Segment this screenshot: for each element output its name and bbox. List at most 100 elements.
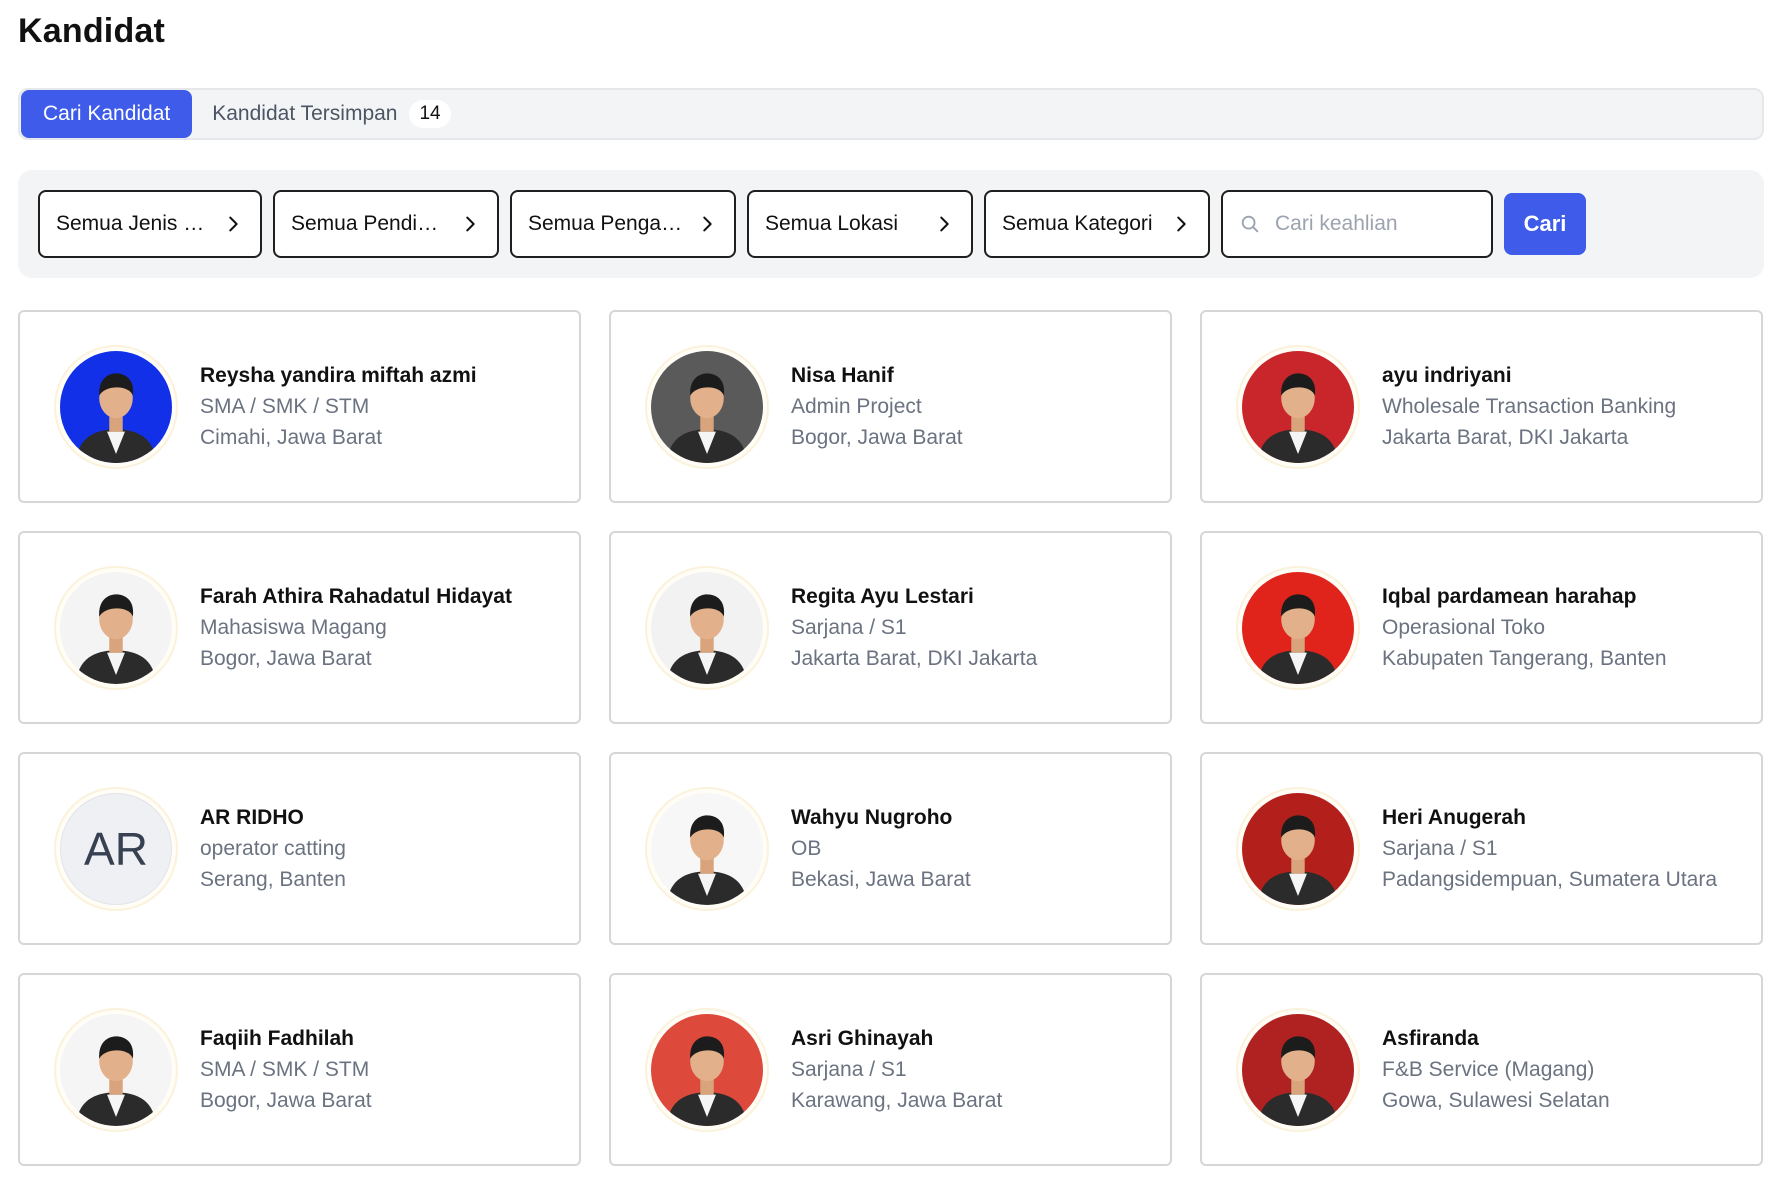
- candidate-info: Iqbal pardamean harahap Operasional Toko K…: [1382, 582, 1667, 674]
- candidate-name: Wahyu Nugroho: [791, 805, 953, 829]
- profile-photo: [651, 792, 763, 905]
- candidate-location: Bogor, Jawa Barat: [200, 646, 372, 670]
- candidate-info: Heri Anugerah Sarjana / S1 Padangsidempuan…: [1382, 803, 1717, 895]
- candidate-card[interactable]: Wahyu Nugroho OB Bekasi, Jawa Barat: [609, 752, 1172, 945]
- candidate-name: Asri Ghinayah: [791, 1026, 934, 1050]
- chevron-right-icon: [703, 216, 712, 232]
- candidate-name: Reysha yandira miftah azmi: [200, 363, 477, 387]
- candidate-card[interactable]: ayu indriyani Wholesale Transaction Banki…: [1200, 310, 1763, 503]
- tab-bar: Cari Kandidat Kandidat Tersimpan 14: [18, 88, 1764, 140]
- candidate-name: ayu indriyani: [1382, 363, 1512, 387]
- candidate-info: Reysha yandira miftah azmi SMA / SMK / ST…: [200, 361, 477, 453]
- filter-bar: Semua Jenis Kelam... Semua Pendidikan Se…: [18, 170, 1764, 278]
- education-filter-label: Semua Pendidikan: [291, 212, 449, 235]
- candidate-page: Kandidat Cari Kandidat Kandidat Tersimpa…: [0, 0, 1782, 1166]
- avatar: [1236, 344, 1360, 469]
- candidate-card[interactable]: Asri Ghinayah Sarjana / S1 Karawang, Jawa …: [609, 973, 1172, 1166]
- category-filter-label: Semua Kategori: [1002, 212, 1153, 235]
- skill-search-box: [1221, 190, 1493, 258]
- profile-photo: [1242, 1013, 1354, 1126]
- candidate-location: Jakarta Barat, DKI Jakarta: [1382, 425, 1629, 449]
- tab-saved-candidates-label: Kandidat Tersimpan: [212, 102, 398, 125]
- chevron-right-icon: [229, 216, 238, 232]
- candidate-info: Wahyu Nugroho OB Bekasi, Jawa Barat: [791, 803, 971, 895]
- candidate-info: Nisa Hanif Admin Project Bogor, Jawa Barat: [791, 361, 963, 453]
- candidate-location: Bogor, Jawa Barat: [791, 425, 963, 449]
- candidate-card[interactable]: Iqbal pardamean harahap Operasional Toko K…: [1200, 531, 1763, 724]
- avatar: [645, 565, 769, 690]
- candidate-info: Asfiranda F&B Service (Magang) Gowa, Sulaw…: [1382, 1024, 1610, 1116]
- gender-filter[interactable]: Semua Jenis Kelam...: [38, 190, 262, 258]
- chevron-right-icon: [466, 216, 475, 232]
- candidate-card[interactable]: Reysha yandira miftah azmi SMA / SMK / ST…: [18, 310, 581, 503]
- avatar: [645, 344, 769, 469]
- experience-filter[interactable]: Semua Pengalaman: [510, 190, 736, 258]
- gender-filter-label: Semua Jenis Kelam...: [56, 212, 212, 235]
- candidate-card[interactable]: AR AR RIDHO operator catting Serang, Banten: [18, 752, 581, 945]
- candidate-role: F&B Service (Magang): [1382, 1057, 1595, 1081]
- candidate-location: Jakarta Barat, DKI Jakarta: [791, 646, 1038, 670]
- location-filter[interactable]: Semua Lokasi: [747, 190, 973, 258]
- profile-photo: [60, 571, 172, 684]
- candidate-role: Sarjana / S1: [791, 615, 907, 639]
- page-title: Kandidat: [18, 12, 166, 50]
- saved-count-badge: 14: [409, 100, 451, 128]
- candidate-name: AR RIDHO: [200, 805, 304, 829]
- profile-photo: [1242, 792, 1354, 905]
- candidate-name: Regita Ayu Lestari: [791, 584, 974, 608]
- candidate-card[interactable]: Heri Anugerah Sarjana / S1 Padangsidempuan…: [1200, 752, 1763, 945]
- candidate-location: Bekasi, Jawa Barat: [791, 867, 971, 891]
- candidate-role: OB: [791, 836, 822, 860]
- search-button[interactable]: Cari: [1504, 193, 1586, 255]
- candidate-info: Regita Ayu Lestari Sarjana / S1 Jakarta Ba…: [791, 582, 1037, 674]
- candidate-role: Admin Project: [791, 394, 922, 418]
- avatar-initials: AR: [60, 792, 172, 905]
- profile-photo: [651, 350, 763, 463]
- candidate-card[interactable]: Regita Ayu Lestari Sarjana / S1 Jakarta Ba…: [609, 531, 1172, 724]
- search-icon: [1241, 215, 1259, 233]
- candidate-location: Cimahi, Jawa Barat: [200, 425, 383, 449]
- candidate-role: Sarjana / S1: [791, 1057, 907, 1081]
- avatar: AR: [54, 786, 178, 911]
- category-filter[interactable]: Semua Kategori: [984, 190, 1210, 258]
- tab-saved-candidates[interactable]: Kandidat Tersimpan 14: [192, 90, 470, 138]
- candidate-name: Iqbal pardamean harahap: [1382, 584, 1637, 608]
- profile-photo: [1242, 350, 1354, 463]
- candidate-location: Padangsidempuan, Sumatera Utara: [1382, 867, 1718, 891]
- profile-photo: [651, 1013, 763, 1126]
- candidate-card[interactable]: Nisa Hanif Admin Project Bogor, Jawa Barat: [609, 310, 1172, 503]
- avatar: [1236, 786, 1360, 911]
- avatar: [645, 786, 769, 911]
- candidate-location: Bogor, Jawa Barat: [200, 1088, 372, 1112]
- profile-photo: [1242, 571, 1354, 684]
- avatar: [54, 344, 178, 469]
- candidate-role: Mahasiswa Magang: [200, 615, 387, 639]
- candidate-location: Serang, Banten: [200, 867, 346, 891]
- candidate-name: Asfiranda: [1382, 1026, 1479, 1050]
- tab-search-candidates[interactable]: Cari Kandidat: [21, 90, 193, 138]
- profile-photo: [60, 350, 172, 463]
- avatar: [54, 565, 178, 690]
- avatar: [1236, 1007, 1360, 1132]
- candidate-card[interactable]: Faqiih Fadhilah SMA / SMK / STM Bogor, Jaw…: [18, 973, 581, 1166]
- candidate-name: Farah Athira Rahadatul Hidayat: [200, 584, 512, 608]
- candidate-card[interactable]: Asfiranda F&B Service (Magang) Gowa, Sulaw…: [1200, 973, 1763, 1166]
- candidate-info: Faqiih Fadhilah SMA / SMK / STM Bogor, Jaw…: [200, 1024, 372, 1116]
- candidate-role: SMA / SMK / STM: [200, 394, 370, 418]
- candidate-card[interactable]: Farah Athira Rahadatul Hidayat Mahasiswa …: [18, 531, 581, 724]
- candidate-name: Heri Anugerah: [1382, 805, 1526, 829]
- tab-search-candidates-label: Cari Kandidat: [43, 102, 171, 125]
- experience-filter-label: Semua Pengalaman: [528, 212, 686, 235]
- candidate-info: ayu indriyani Wholesale Transaction Banki…: [1382, 361, 1676, 453]
- candidate-role: Operasional Toko: [1382, 615, 1546, 639]
- profile-photo: [651, 571, 763, 684]
- avatar: [645, 1007, 769, 1132]
- candidate-role: Wholesale Transaction Banking: [1382, 394, 1677, 418]
- candidate-role: Sarjana / S1: [1382, 836, 1498, 860]
- skill-search-input[interactable]: [1275, 212, 1475, 236]
- candidate-location: Kabupaten Tangerang, Banten: [1382, 646, 1667, 670]
- candidate-name: Faqiih Fadhilah: [200, 1026, 355, 1050]
- education-filter[interactable]: Semua Pendidikan: [273, 190, 499, 258]
- avatar: [54, 1007, 178, 1132]
- candidate-location: Karawang, Jawa Barat: [791, 1088, 1003, 1112]
